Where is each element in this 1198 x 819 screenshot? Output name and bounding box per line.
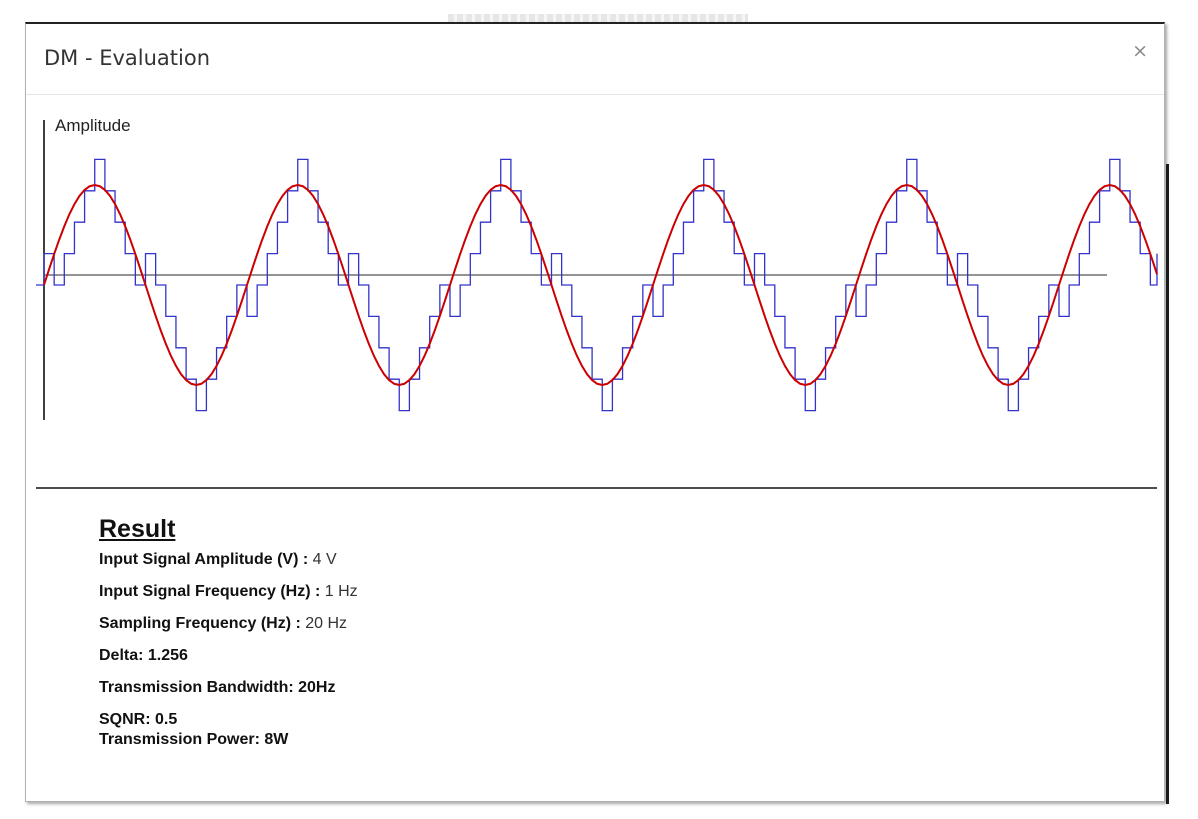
result-sep: : — [291, 615, 306, 632]
dialog-title: DM - Evaluation — [44, 46, 211, 70]
close-button[interactable]: × — [1132, 42, 1148, 61]
result-power: Transmission Power: 8W — [99, 731, 289, 748]
backdrop-edge — [1166, 164, 1169, 804]
result-value: 4 V — [312, 551, 337, 568]
result-row-frequency: Input Signal Frequency (Hz) : 1 Hz — [99, 582, 358, 614]
result-row-delta: Delta: 1.256 — [99, 646, 358, 678]
result-row-power: Transmission Power: 8W — [99, 730, 358, 750]
result-sep: : — [310, 583, 325, 600]
result-row-bandwidth: Transmission Bandwidth: 20Hz — [99, 678, 358, 710]
result-bandwidth: Transmission Bandwidth: 20Hz — [99, 679, 336, 696]
result-value: 1 Hz — [324, 583, 358, 600]
result-section: Result Input Signal Amplitude (V) : 4 V … — [99, 514, 358, 750]
result-key: Input Signal Frequency (Hz) — [99, 583, 311, 600]
result-sep: : — [298, 551, 313, 568]
dialog-header: DM - Evaluation × — [26, 24, 1164, 95]
result-key: Sampling Frequency (Hz) — [99, 615, 292, 632]
result-row-sqnr: SQNR: 0.5 — [99, 710, 358, 730]
result-sqnr: SQNR: 0.5 — [99, 711, 178, 728]
result-title: Result — [99, 515, 176, 543]
result-row-amplitude: Input Signal Amplitude (V) : 4 V — [99, 550, 358, 582]
result-delta: Delta: 1.256 — [99, 647, 188, 664]
result-value: 20 Hz — [305, 615, 348, 632]
backdrop-strip — [448, 14, 748, 22]
result-row-sampling: Sampling Frequency (Hz) : 20 Hz — [99, 614, 358, 646]
result-key: Input Signal Amplitude (V) — [99, 551, 299, 568]
